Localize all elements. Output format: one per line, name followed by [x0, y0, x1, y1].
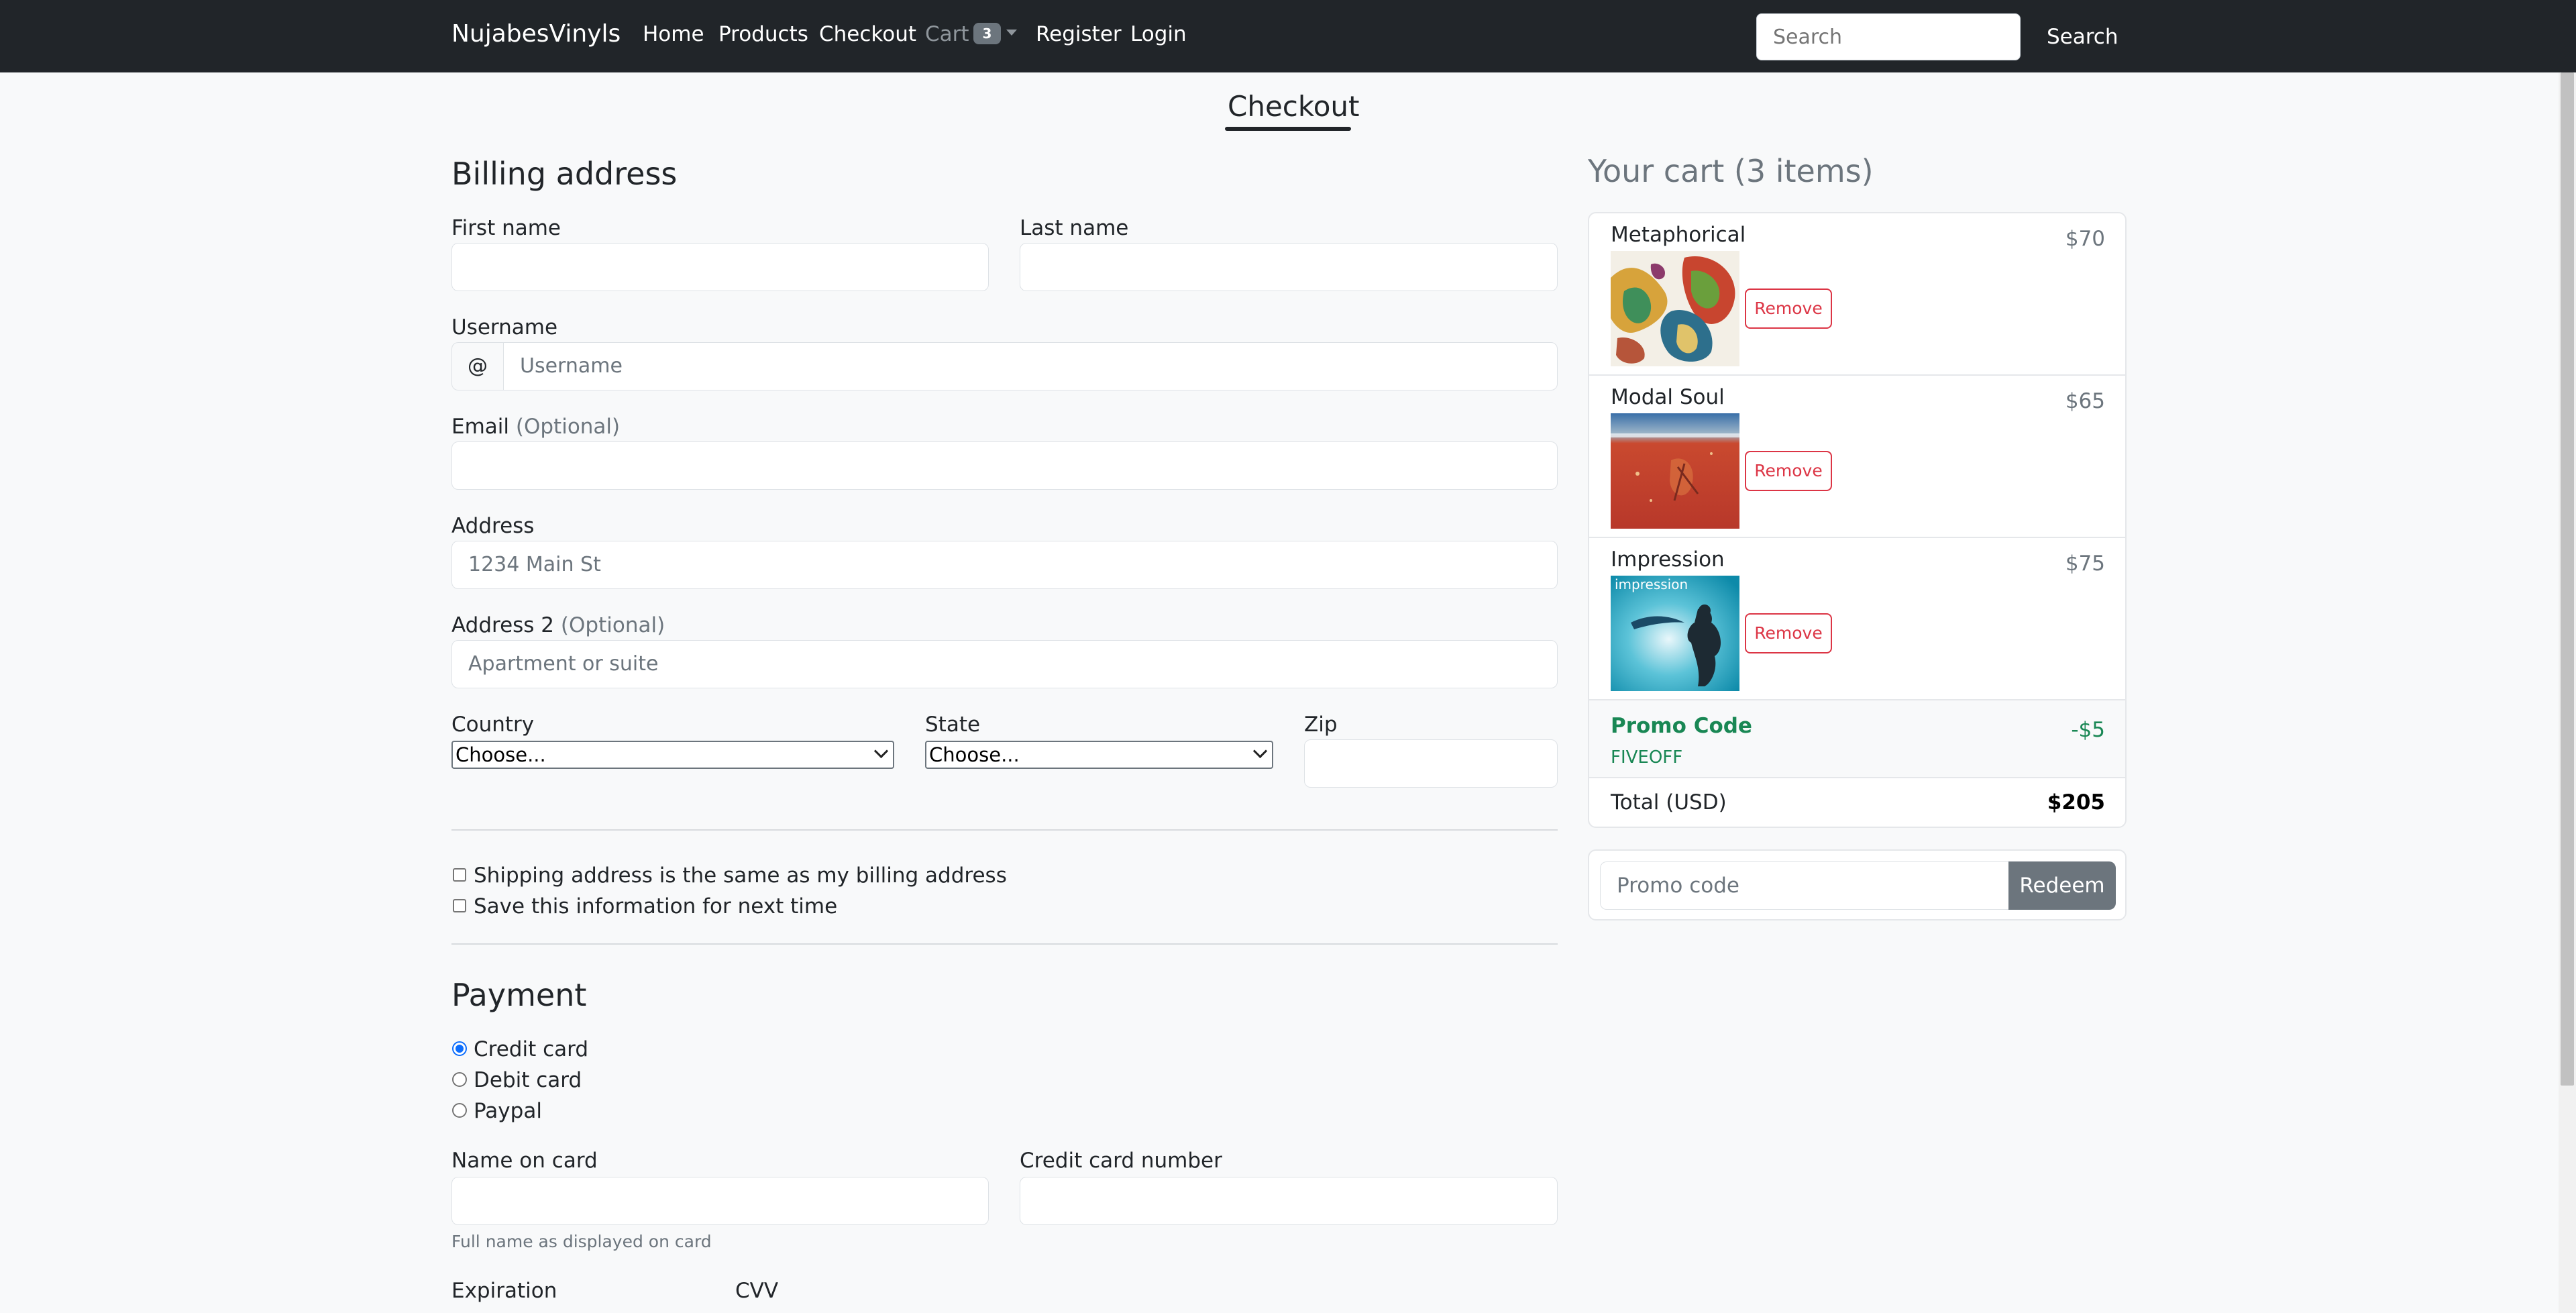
cart-item-name: Impression [1611, 547, 1725, 572]
last-name-input[interactable] [1020, 243, 1558, 291]
cvv-label: CVV [735, 1279, 779, 1303]
country-select-value: Choose... [455, 743, 546, 766]
state-label: State [925, 713, 981, 737]
cart-item: Modal Soul $65 Remove [1589, 376, 2125, 538]
save-info-label[interactable]: Save this information for next time [474, 894, 837, 918]
save-info-checkbox[interactable] [453, 899, 466, 912]
promo-form: Promo code Redeem [1588, 849, 2127, 921]
paypal-radio[interactable] [452, 1103, 467, 1118]
redeem-button[interactable]: Redeem [2008, 861, 2116, 910]
payment-heading: Payment [451, 977, 587, 1013]
promo-discount: -$5 [2071, 718, 2105, 742]
credit-card-label[interactable]: Credit card [474, 1037, 588, 1061]
search-button[interactable]: Search [2036, 13, 2129, 60]
username-at-addon: @ [451, 342, 503, 390]
debit-card-radio[interactable] [452, 1072, 467, 1087]
last-name-label: Last name [1020, 216, 1129, 240]
chevron-down-icon [873, 743, 889, 759]
name-on-card-label: Name on card [451, 1149, 598, 1173]
zip-label: Zip [1304, 713, 1338, 737]
cover-text: impression [1615, 576, 1688, 592]
same-address-checkbox[interactable] [453, 868, 466, 882]
album-cover-metaphorical [1611, 251, 1739, 366]
cart-item: Metaphorical $70 Remove [1589, 213, 2125, 376]
caret-down-icon [1006, 30, 1018, 36]
address2-input[interactable]: Apartment or suite [451, 640, 1558, 688]
email-label-text: Email [451, 415, 510, 439]
same-address-label[interactable]: Shipping address is the same as my billi… [474, 863, 1007, 888]
username-label: Username [451, 315, 558, 339]
scrollbar-thumb[interactable] [2561, 72, 2574, 1086]
country-label: Country [451, 713, 535, 737]
address2-label: Address 2 (Optional) [451, 613, 665, 637]
nav-checkout-link[interactable]: Checkout [819, 22, 916, 46]
cart-title: Your cart (3 items) [1588, 153, 1874, 189]
brand-logo[interactable]: NujabesVinyls [451, 20, 621, 48]
page-title: Checkout [1228, 90, 1360, 123]
cart-item-price: $70 [2065, 227, 2105, 251]
promo-summary-row: Promo Code FIVEOFF -$5 [1589, 700, 2125, 778]
debit-card-label[interactable]: Debit card [474, 1068, 582, 1092]
address-label: Address [451, 514, 535, 538]
zip-input[interactable] [1304, 739, 1558, 788]
cart-item: Impression $75 impression Remove [1589, 538, 2125, 700]
remove-button[interactable]: Remove [1745, 613, 1832, 653]
expiration-label: Expiration [451, 1279, 557, 1303]
search-input[interactable] [1756, 13, 2021, 60]
card-number-input[interactable] [1020, 1177, 1558, 1225]
paypal-label[interactable]: Paypal [474, 1099, 542, 1123]
cart-count-badge: 3 [973, 22, 1002, 44]
scrollbar[interactable] [2559, 72, 2576, 1313]
state-select-value: Choose... [929, 743, 1020, 766]
promo-code-input[interactable]: Promo code [1600, 861, 2015, 910]
email-label: Email (Optional) [451, 415, 620, 439]
nav-cart-dropdown[interactable]: Cart 3 [925, 22, 1018, 46]
nav-register-link[interactable]: Register [1036, 22, 1122, 46]
cart-item-name: Modal Soul [1611, 385, 1725, 409]
cart-item-price: $65 [2065, 389, 2105, 413]
total-row: Total (USD) $205 [1589, 777, 2125, 827]
cart-label: Cart [925, 22, 969, 46]
name-on-card-help: Full name as displayed on card [451, 1232, 712, 1251]
credit-card-radio[interactable] [452, 1041, 467, 1056]
promo-title: Promo Code [1611, 714, 1752, 738]
name-on-card-input[interactable] [451, 1177, 989, 1225]
address2-optional-text: (Optional) [560, 613, 665, 637]
first-name-label: First name [451, 216, 561, 240]
country-select[interactable]: Choose... [451, 741, 894, 769]
first-name-input[interactable] [451, 243, 989, 291]
title-underline [1225, 127, 1351, 131]
remove-button[interactable]: Remove [1745, 288, 1832, 329]
nav-login-link[interactable]: Login [1130, 22, 1187, 46]
cart-item-price: $75 [2065, 552, 2105, 576]
chevron-down-icon [1252, 743, 1268, 759]
address-input[interactable]: 1234 Main St [451, 541, 1558, 589]
cart-list: Metaphorical $70 Remove Modal Soul $65 R… [1588, 212, 2127, 828]
divider [451, 943, 1558, 945]
cart-item-name: Metaphorical [1611, 223, 1746, 247]
total-label: Total (USD) [1611, 790, 1727, 815]
remove-button[interactable]: Remove [1745, 451, 1832, 491]
email-optional-text: (Optional) [515, 415, 621, 439]
username-input[interactable]: Username [503, 342, 1558, 390]
email-input[interactable] [451, 441, 1558, 490]
album-cover-impression: impression [1611, 576, 1739, 691]
nav-products-link[interactable]: Products [718, 22, 808, 46]
divider [451, 829, 1558, 831]
state-select[interactable]: Choose... [925, 741, 1273, 769]
total-value: $205 [2047, 790, 2105, 815]
billing-heading: Billing address [451, 156, 678, 192]
promo-code-value: FIVEOFF [1611, 747, 1683, 768]
address2-label-text: Address 2 [451, 613, 555, 637]
album-cover-modal-soul [1611, 413, 1739, 529]
nav-home-link[interactable]: Home [643, 22, 704, 46]
navbar: NujabesVinyls Home Products Checkout Car… [0, 0, 2576, 72]
card-number-label: Credit card number [1020, 1149, 1222, 1173]
